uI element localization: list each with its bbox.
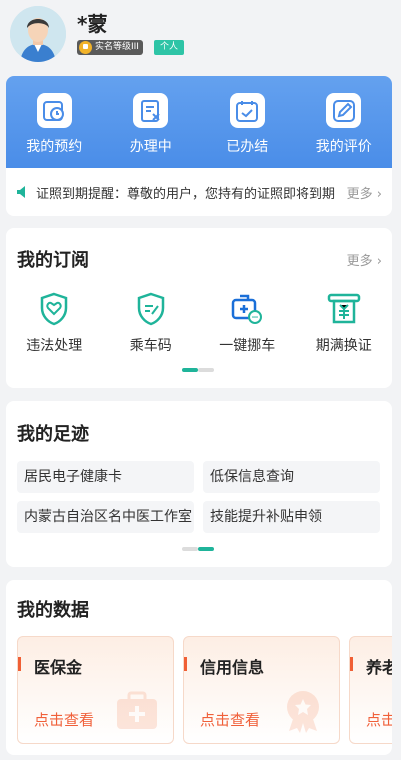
data-card-link[interactable]: 点击查看 xyxy=(366,709,392,730)
processing-document-icon xyxy=(133,93,169,128)
pager-dot-active xyxy=(198,547,214,551)
subscription-transit-code[interactable]: 乘车码 xyxy=(103,292,200,355)
edit-review-icon xyxy=(326,93,362,128)
subscriptions-grid: 违法处理 乘车码 一键挪车 期满换证 xyxy=(6,292,392,355)
quick-action-label: 我的评价 xyxy=(315,139,372,155)
quick-action-processing[interactable]: 办理中 xyxy=(103,76,200,168)
data-card-link[interactable]: 点击查看 xyxy=(34,709,94,730)
data-card-link[interactable]: 点击查看 xyxy=(200,709,260,730)
footprint-item[interactable]: 内蒙古自治区名中医工作室 xyxy=(17,501,194,533)
appointment-clock-icon xyxy=(36,93,72,128)
account-type-badge: 个人 xyxy=(154,40,185,55)
verification-level: 实名等级III xyxy=(95,42,139,52)
user-avatar-icon xyxy=(10,6,66,62)
accent-bar xyxy=(184,657,187,671)
subscription-renew-certificate[interactable]: 期满换证 xyxy=(296,292,393,355)
my-data-card: 我的数据 医保金 点击查看 信用信息 点击查看 养老 点击查看 xyxy=(6,580,392,755)
pager-dot xyxy=(182,547,198,551)
medical-kit-icon xyxy=(117,691,157,729)
notice-text: 证照到期提醒：尊敬的用户，您持有的证照即将到期 xyxy=(36,186,336,202)
shield-edit-icon xyxy=(137,292,164,326)
footprint-item[interactable]: 技能提升补贴申领 xyxy=(203,501,380,533)
verification-badge: 实名等级III xyxy=(77,40,143,55)
quick-action-completed[interactable]: 已办结 xyxy=(199,76,296,168)
avatar[interactable] xyxy=(10,6,66,62)
pager-dot-active xyxy=(182,368,198,372)
footprint-item[interactable]: 居民电子健康卡 xyxy=(17,461,194,493)
data-card-medical-insurance[interactable]: 医保金 点击查看 xyxy=(17,636,174,744)
quick-action-label: 已办结 xyxy=(226,139,269,155)
footprint-item[interactable]: 低保信息查询 xyxy=(203,461,380,493)
quick-actions-bar: 我的预约 办理中 已办结 我的评价 xyxy=(6,76,392,168)
quick-action-reviews[interactable]: 我的评价 xyxy=(296,76,393,168)
data-card-pension[interactable]: 养老 点击查看 xyxy=(349,636,392,744)
data-card-title: 信用信息 xyxy=(200,658,265,677)
shield-heart-icon xyxy=(41,292,68,326)
quick-action-label: 办理中 xyxy=(129,139,172,155)
subscription-label: 期满换证 xyxy=(315,338,372,354)
quick-actions-card: 我的预约 办理中 已办结 我的评价 证照到期提醒：尊敬的用户，您持有的证照即将到… xyxy=(6,76,392,216)
profile-header: *蒙 实名等级III 个人 xyxy=(0,0,401,70)
data-card-title: 养老 xyxy=(366,658,392,677)
speaker-icon xyxy=(17,186,25,198)
quick-action-appointments[interactable]: 我的预约 xyxy=(6,76,103,168)
subscriptions-card: 我的订阅 更多 › 违法处理 乘车码 一键挪车 期满换证 xyxy=(6,228,392,388)
data-card-credit[interactable]: 信用信息 点击查看 xyxy=(183,636,340,744)
car-move-icon xyxy=(232,294,263,324)
quick-action-label: 我的预约 xyxy=(26,139,83,155)
subscription-violation[interactable]: 违法处理 xyxy=(6,292,103,355)
award-ribbon-icon xyxy=(287,691,319,733)
subscription-move-car[interactable]: 一键挪车 xyxy=(199,292,296,355)
expiry-notice[interactable]: 证照到期提醒：尊敬的用户，您持有的证照即将到期 更多 › xyxy=(6,168,392,216)
my-data-title: 我的数据 xyxy=(17,600,89,621)
notice-more-link[interactable]: 更多 › xyxy=(347,183,382,202)
accent-bar xyxy=(350,657,353,671)
footprints-pager xyxy=(182,547,214,551)
data-card-title: 医保金 xyxy=(34,658,83,677)
accent-bar xyxy=(18,657,21,671)
pager-dot xyxy=(198,368,214,372)
completed-calendar-icon xyxy=(229,93,265,128)
footprints-title: 我的足迹 xyxy=(17,424,89,445)
subscription-label: 乘车码 xyxy=(129,338,172,354)
user-name: *蒙 xyxy=(77,12,108,36)
subscriptions-more-link[interactable]: 更多 › xyxy=(347,250,382,269)
certificate-renew-icon xyxy=(327,293,360,324)
footprints-card: 我的足迹 居民电子健康卡 低保信息查询 内蒙古自治区名中医工作室 技能提升补贴申… xyxy=(6,401,392,567)
medal-icon xyxy=(79,41,92,54)
subscriptions-pager xyxy=(182,368,214,372)
subscriptions-title: 我的订阅 xyxy=(17,250,89,271)
subscription-label: 违法处理 xyxy=(26,338,83,354)
subscription-label: 一键挪车 xyxy=(219,338,276,354)
